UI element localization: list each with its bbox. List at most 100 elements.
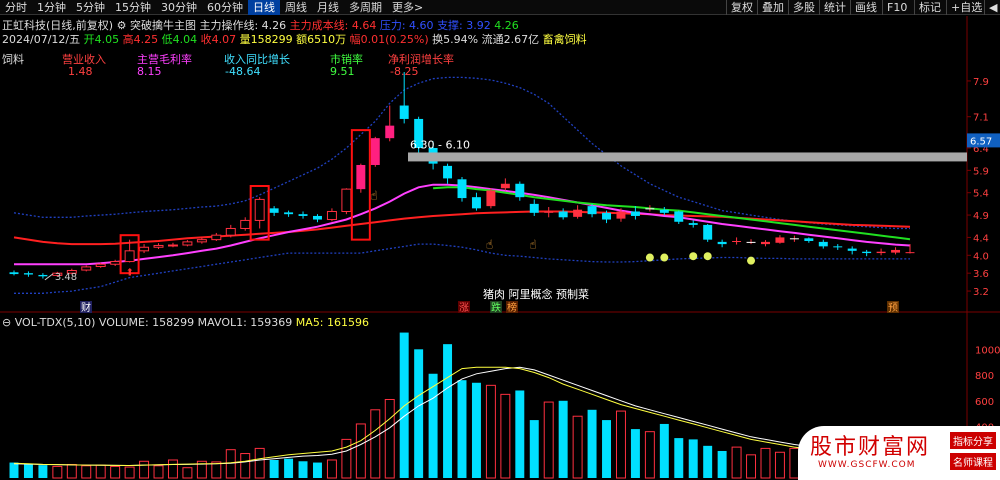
- candle: [500, 183, 510, 189]
- tag-bang: 榜: [507, 301, 517, 314]
- candle: [225, 227, 236, 236]
- volume-bar: [630, 429, 640, 478]
- candle: [645, 208, 655, 210]
- candle: [804, 238, 814, 241]
- volume-bar: [38, 465, 48, 478]
- apple-icon: [645, 253, 654, 262]
- volume-bar: [66, 463, 77, 479]
- volume-bar: [760, 447, 771, 479]
- candle: [167, 244, 178, 247]
- candle: [876, 251, 886, 254]
- candle: [573, 209, 583, 217]
- watermark-badge-share[interactable]: 指标分享: [950, 432, 996, 449]
- candle: [313, 215, 322, 220]
- volume-bar: [153, 465, 164, 479]
- volume-indicator-name[interactable]: VOL-TDX(5,10): [15, 316, 96, 329]
- volume-bar: [543, 401, 554, 479]
- volume-bar: [269, 459, 279, 478]
- volume-bar: [95, 464, 106, 479]
- apple-icon: [747, 256, 756, 265]
- price-axis-label: 3.2: [973, 287, 989, 298]
- volume-bar: [370, 409, 381, 479]
- candle: [732, 240, 742, 242]
- candle: [833, 246, 843, 248]
- volume-toggle-icon[interactable]: ⊖: [2, 316, 15, 329]
- volume-bar: [500, 393, 511, 479]
- candle: [139, 246, 150, 252]
- candle: [211, 234, 222, 241]
- volume-bar: [703, 445, 713, 478]
- candle: [659, 209, 669, 213]
- candle: [515, 183, 525, 198]
- candle: [891, 249, 901, 253]
- tag-cai: 财: [81, 301, 91, 314]
- price-axis-label: 3.6: [973, 269, 989, 280]
- candle: [529, 203, 539, 213]
- candle: [703, 224, 713, 240]
- low-marker-label: 3.48: [55, 272, 77, 283]
- tag-die: 跌: [491, 301, 501, 314]
- volume-bar: [602, 420, 611, 478]
- candle: [385, 125, 395, 139]
- candle: [284, 212, 294, 215]
- volume-bar: [485, 384, 496, 479]
- candle: [847, 248, 857, 251]
- candle: [240, 219, 251, 229]
- candle: [124, 250, 135, 263]
- volume-bar: [746, 454, 757, 479]
- volume-bar: [326, 459, 337, 479]
- buy-arrow-icon: ⬆: [126, 267, 134, 278]
- hand-pointer-icon: ☝: [486, 238, 493, 252]
- watermark-title: 股市财富网: [810, 435, 931, 460]
- volume-bar: [457, 380, 467, 478]
- apple-icon: [703, 252, 712, 261]
- price-axis-label: 7.1: [973, 113, 989, 124]
- band-lower-line: [14, 243, 910, 294]
- volume-bar: [240, 453, 251, 479]
- candle: [23, 273, 33, 275]
- price-axis-label: 5.4: [973, 189, 989, 200]
- candle: [81, 266, 92, 271]
- candle: [862, 251, 872, 254]
- volume-bar: [659, 423, 669, 478]
- volume-bar: [284, 458, 294, 478]
- price-axis-label: 4.9: [973, 211, 989, 222]
- volume-axis-label: 600: [975, 397, 994, 408]
- volume-bar: [428, 373, 438, 478]
- candle: [558, 211, 568, 218]
- volume-bar: [414, 349, 424, 478]
- candle: [544, 211, 554, 213]
- volume-bar: [124, 466, 135, 479]
- volume-bar: [529, 420, 539, 478]
- volume-bar: [774, 451, 785, 479]
- concepts-label: 猪肉 阿里概念 预制菜: [483, 287, 589, 301]
- volume-bar: [615, 410, 626, 479]
- volume-bar: [572, 415, 583, 479]
- current-price-tag: 6.57: [970, 136, 992, 147]
- candle: [905, 252, 915, 254]
- low-marker-line: [44, 273, 54, 281]
- volume-value: VOLUME: 158299: [98, 316, 195, 329]
- candle: [9, 272, 19, 275]
- candle: [153, 244, 164, 248]
- watermark-badge-course[interactable]: 名师课程: [950, 453, 996, 470]
- price-axis-label: 4.4: [973, 233, 989, 244]
- volume-bar: [443, 344, 453, 478]
- candle: [196, 239, 207, 243]
- volume-bar: [674, 438, 684, 478]
- candle: [789, 238, 799, 240]
- volume-bar: [717, 450, 727, 478]
- candle: [182, 241, 193, 246]
- candle: [254, 198, 265, 221]
- price-axis-label: 5.9: [973, 166, 989, 177]
- volume-bar: [644, 431, 655, 479]
- apple-icon: [660, 253, 669, 262]
- candle: [370, 138, 380, 165]
- candle: [616, 211, 626, 219]
- volume-bar: [515, 390, 525, 478]
- site-watermark: 股市财富网 WWW.GSCFW.COM 指标分享 名师课程: [798, 426, 1000, 480]
- kline-chart[interactable]: 6.30 - 6.10 ⬆ 3.48 财 涨 跌榜 预 猪肉 阿里概念 预制菜 ☝ ☝ ☝ 7.9 7…: [0, 0, 1000, 480]
- volume-bar: [110, 465, 121, 479]
- watermark-url: WWW.GSCFW.COM: [818, 460, 916, 470]
- resistance-band-label: 6.30 - 6.10: [410, 138, 470, 151]
